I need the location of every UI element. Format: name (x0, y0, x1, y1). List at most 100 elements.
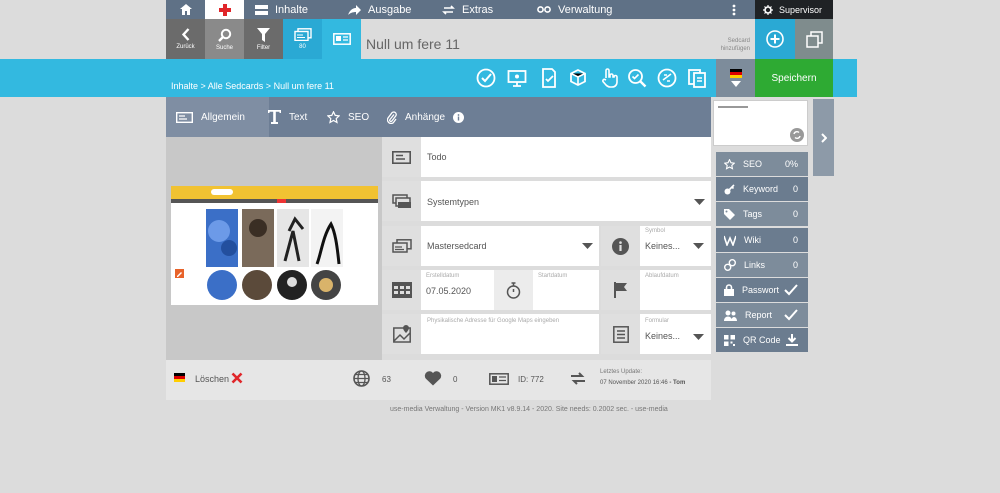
edit-image-icon[interactable] (175, 269, 184, 278)
german-flag-icon (174, 373, 185, 382)
last-update-value: 07 November 2020 16:46 - Tom (600, 380, 685, 386)
tab-label: SEO (348, 111, 370, 123)
tab-allgemein[interactable]: Allgemein (166, 97, 269, 137)
tab-text[interactable]: Text (258, 97, 307, 137)
supervisor-menu[interactable]: Supervisor (755, 0, 833, 19)
cubes-icon[interactable] (567, 67, 589, 89)
sidebar-item-keyword[interactable]: Keyword 0 (716, 177, 808, 201)
stopwatch-icon (506, 281, 521, 299)
sidebar-label: Keyword (743, 184, 779, 194)
breadcrumb[interactable]: Inhalte > Alle Sedcards > Null um fere 1… (171, 81, 334, 91)
search-icon (217, 28, 231, 42)
tab-seo[interactable]: SEO (317, 97, 369, 137)
sidebar-item-tags[interactable]: Tags 0 (716, 202, 808, 226)
hand-pointer-icon[interactable] (598, 67, 620, 89)
checkmark-icon (784, 284, 798, 296)
todo-field[interactable] (421, 137, 711, 177)
sidebar-item-wiki[interactable]: Wiki 0 (716, 228, 808, 252)
nav-item-verwaltung[interactable]: Verwaltung (537, 0, 612, 19)
id-card-icon (489, 373, 509, 385)
id-card-icon (332, 33, 351, 45)
chevron-down-icon[interactable] (582, 243, 593, 249)
formular-label: Formular (645, 318, 670, 324)
view-detail-button[interactable] (322, 19, 361, 59)
search-check-icon[interactable] (626, 67, 648, 89)
chevron-down-icon (730, 81, 741, 87)
tag-icon (724, 208, 735, 220)
document-edit-icon[interactable] (538, 67, 560, 89)
last-update-user: - Tom (669, 380, 686, 386)
home-button[interactable] (166, 0, 205, 19)
copy-icon (805, 30, 823, 48)
nav-item-ausgabe[interactable]: Ausgabe (348, 0, 411, 19)
book-copy-icon[interactable] (686, 67, 708, 89)
sidebar-item-report[interactable]: Report (716, 303, 808, 327)
info-badge-icon (453, 111, 465, 123)
transfer-arrows-icon (442, 4, 455, 15)
delete-label[interactable]: Löschen (195, 374, 229, 384)
form-list-icon (612, 325, 629, 343)
star-icon (724, 158, 735, 170)
back-button[interactable]: Zurück (166, 19, 205, 59)
chevron-down-icon[interactable] (693, 243, 704, 249)
delete-x-icon[interactable] (231, 372, 243, 384)
sidebar-value: 0 (792, 235, 798, 245)
sidebar-item-passwort[interactable]: Passwort (716, 278, 808, 302)
refresh-icon[interactable] (790, 128, 804, 142)
gear-icon (763, 4, 773, 15)
systemtypen-icon-cell (382, 181, 421, 221)
search-button[interactable]: Suche (205, 19, 244, 59)
qr-preview-box (713, 100, 808, 146)
users-icon (724, 310, 737, 321)
sidebar-value: 0 (792, 184, 798, 194)
text-t-icon (268, 110, 281, 124)
sidebar-value: 0 (792, 209, 798, 219)
link-check-icon[interactable] (656, 67, 678, 89)
formular-value: Keines... (645, 331, 681, 341)
supervisor-label: Supervisor (779, 4, 823, 15)
red-plus-icon (218, 3, 231, 16)
version-footer: use-media Verwaltung - Version MK1 v8.9.… (390, 406, 668, 413)
chevron-down-icon[interactable] (694, 199, 705, 205)
star-icon (327, 110, 340, 124)
more-menu-button[interactable] (732, 0, 736, 19)
nav-item-inhalte[interactable]: Inhalte (255, 0, 308, 19)
address-placeholder: Physikalische Adresse für Google Maps ei… (427, 318, 560, 324)
home-icon (179, 4, 192, 15)
sidebar-expand-button[interactable] (813, 99, 834, 176)
nav-label: Verwaltung (558, 3, 613, 16)
symbol-icon-cell (601, 226, 640, 266)
view-cards-button[interactable]: 80 (283, 19, 322, 59)
mastersedcard-value: Mastersedcard (427, 241, 487, 251)
nav-label: Inhalte (275, 3, 309, 16)
paperclip-icon (387, 110, 397, 124)
website-preview-image[interactable] (171, 186, 378, 305)
sync-arrows-icon[interactable] (569, 371, 587, 386)
sidebar-label: Links (744, 260, 766, 270)
language-selector[interactable] (716, 59, 755, 97)
copy-sedcard-button[interactable] (795, 19, 833, 59)
add-sedcard-button[interactable] (755, 19, 795, 59)
sidebar-item-seo[interactable]: SEO 0% (716, 152, 808, 176)
chevron-down-icon[interactable] (693, 334, 704, 340)
sidebar-item-links[interactable]: Links 0 (716, 253, 808, 277)
check-circle-icon[interactable] (475, 67, 497, 89)
add-new-button[interactable] (205, 0, 244, 19)
back-label: Zurück (176, 44, 195, 50)
record-id: ID: 772 (518, 375, 544, 384)
tab-label: Text (289, 111, 308, 123)
plus-circle-icon (766, 30, 784, 48)
sidebar-label: Tags (743, 209, 763, 219)
views-count: 63 (382, 375, 391, 384)
nav-item-extras[interactable]: Extras (442, 0, 493, 19)
sidebar-label: SEO (743, 159, 763, 169)
monitor-icon[interactable] (506, 67, 528, 89)
nav-label: Ausgabe (368, 3, 412, 16)
save-button[interactable]: Speichern (755, 59, 833, 97)
filter-label: Filter (256, 44, 271, 51)
sidebar-item-qr-code[interactable]: QR Code (716, 328, 808, 352)
tab-anhaenge[interactable]: Anhänge (377, 97, 465, 137)
globe-icon (353, 370, 370, 387)
filter-button[interactable]: Filter (244, 19, 283, 59)
layers-icon (391, 193, 411, 208)
